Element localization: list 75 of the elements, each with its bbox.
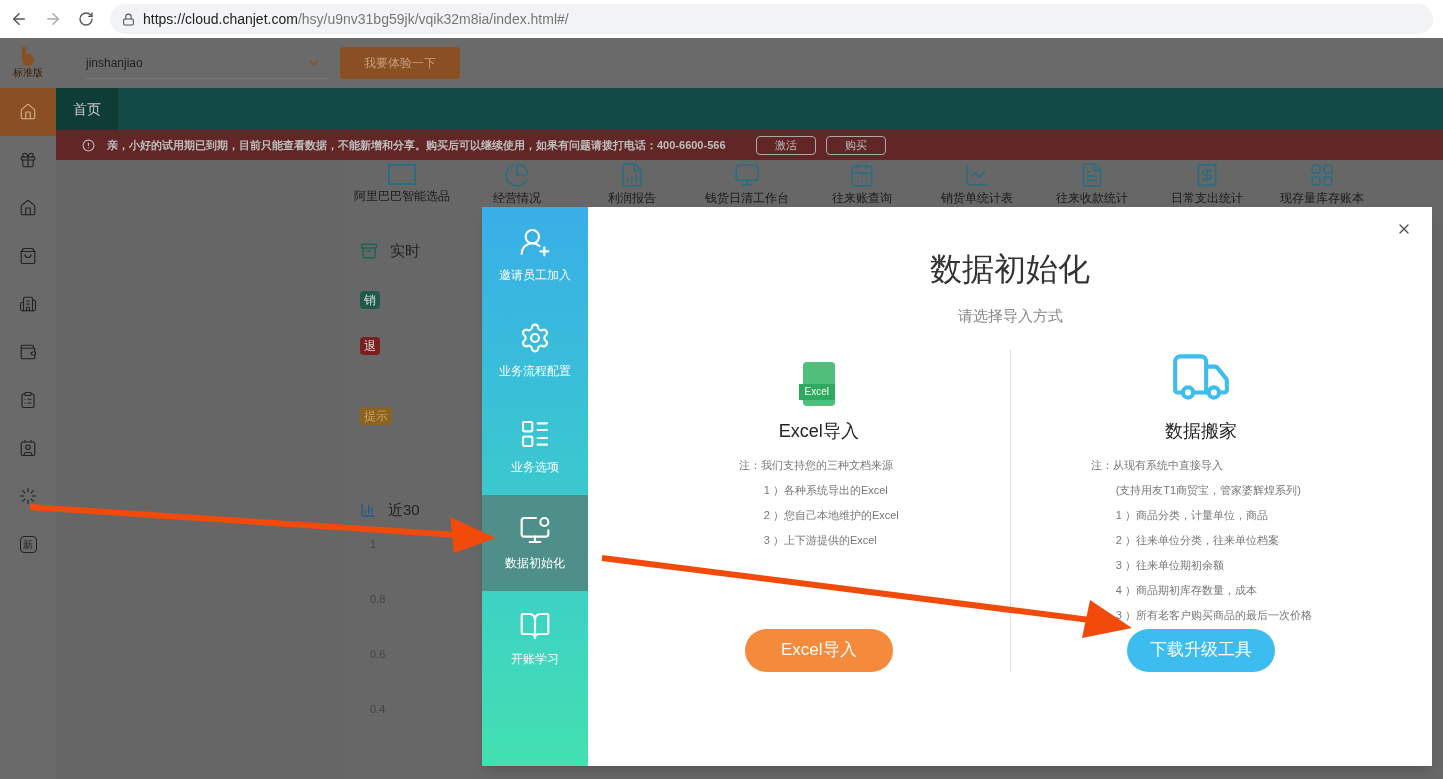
book-icon — [519, 610, 551, 642]
sidebar-item[interactable] — [0, 88, 56, 136]
settings-icon — [519, 322, 551, 354]
edition-label: 标准版 — [13, 67, 43, 79]
hint-badge: 提示 — [360, 406, 392, 425]
calendar-icon — [848, 162, 875, 188]
shortcut-label[interactable]: 往来账查询 — [831, 191, 892, 205]
dotted-circle-icon — [19, 487, 37, 505]
box-icon — [387, 162, 416, 186]
dialog-menu-item[interactable]: 业务流程配置 — [482, 303, 588, 399]
option-title: Excel导入 — [778, 419, 859, 443]
reload-icon[interactable] — [78, 11, 94, 27]
shortcut-label[interactable]: 现存量库存账本 — [1279, 191, 1364, 205]
monitor-icon — [733, 162, 760, 188]
dialog-subtitle: 请选择导入方式 — [957, 306, 1063, 326]
chart-title: 近30 — [388, 499, 420, 520]
shortcut-label[interactable]: 日常支出统计 — [1170, 191, 1243, 205]
note-line: 1 ）商品分类，计量单位，商品 — [1114, 507, 1269, 523]
shortcut-label[interactable]: 往来收款统计 — [1055, 191, 1128, 205]
nav-tab[interactable]: 首页 — [56, 88, 118, 130]
note-line: 2 ）您自己本地维护的Excel — [762, 507, 899, 523]
new-badge-icon: 新 — [19, 535, 37, 553]
gift-icon — [19, 151, 37, 169]
note-line: 1 ）各种系统导出的Excel — [762, 482, 889, 498]
note-line: 注：从现有系统中直接导入 — [1090, 457, 1224, 473]
building-icon — [19, 295, 37, 313]
alert-button[interactable]: 激活 — [755, 135, 816, 155]
clipboard-icon — [19, 391, 37, 409]
note-line: 2 ）往来单位分类，往来单位档案 — [1114, 532, 1280, 548]
try-button[interactable]: 我要体验一下 — [340, 47, 460, 79]
house-icon — [19, 199, 37, 217]
dialog-menu-item[interactable]: 数据初始化 — [482, 495, 588, 591]
shortcut-label[interactable]: 利润报告 — [607, 191, 656, 205]
shortcut-label[interactable]: 经营情况 — [492, 191, 541, 205]
bag-icon — [19, 247, 37, 265]
option-title: 数据搬家 — [1165, 419, 1238, 443]
bar-chart-icon — [360, 501, 376, 518]
user-add-icon — [519, 226, 551, 258]
note-line: 4 ）商品期初库存数量，成本 — [1114, 582, 1258, 598]
sidebar-item[interactable]: 新 — [0, 520, 56, 568]
wallet-icon — [19, 343, 37, 361]
url-text: https://cloud.chanjet.com/hsy/u9nv31bg59jk/vqik32m8ia/index.html#/ — [143, 9, 569, 29]
shortcut-label[interactable]: 钱货日清工作台 — [704, 191, 789, 205]
grid-icon — [1308, 162, 1335, 188]
home-icon — [19, 103, 37, 121]
note-line: 注：我们支持您的三种文档来源 — [738, 457, 894, 473]
account-select[interactable]: jinshanjiao — [86, 47, 328, 79]
status-tag: 销 — [360, 290, 380, 309]
dialog-title: 数据初始化 — [930, 250, 1090, 289]
dialog-menu-item[interactable]: 邀请员工加入 — [482, 207, 588, 303]
note-line: 3 ）往来单位期初余额 — [1114, 557, 1225, 573]
shortcut-label[interactable]: 销货单统计表 — [940, 191, 1013, 205]
alert-button[interactable]: 购买 — [825, 135, 886, 155]
excel-import-button[interactable]: Excel导入 — [744, 628, 893, 672]
address-bar[interactable]: https://cloud.chanjet.com/hsy/u9nv31bg59jk/vqik32m8ia/index.html#/ — [110, 4, 1433, 34]
monitor-chart-icon — [519, 514, 551, 546]
pie-icon — [503, 162, 530, 188]
note-line: 3 ）上下游提供的Excel — [762, 532, 878, 548]
dialog-menu-item[interactable]: 开账学习 — [482, 591, 588, 687]
status-tag: 退 — [360, 336, 380, 355]
shortcut-label[interactable]: 阿里巴巴智能选品 — [353, 189, 450, 203]
contact-card-icon — [19, 439, 37, 457]
forward-icon[interactable] — [44, 10, 62, 28]
dialog-menu-item[interactable]: 业务选项 — [482, 399, 588, 495]
trend-icon — [963, 162, 990, 188]
checklist-grid-icon — [519, 418, 551, 450]
download-tool-button[interactable]: 下载升级工具 — [1127, 628, 1276, 672]
logo-icon — [20, 47, 36, 67]
alert-icon — [82, 138, 95, 152]
note-line: (支持用友T1商贸宝，管家婆辉煌系列) — [1114, 482, 1302, 498]
lock-icon — [122, 12, 135, 26]
note-line: 3 ）所有老客户购买商品的最后一次价格 — [1114, 607, 1312, 623]
alert-message: 亲，小好的试用期已到期，目前只能查看数据，不能新增和分享。购买后可以继续使用，如果有问题请拨打电话：400-6600-566 — [107, 137, 726, 153]
back-icon[interactable] — [10, 10, 28, 28]
card-title: 实时 — [390, 241, 420, 261]
